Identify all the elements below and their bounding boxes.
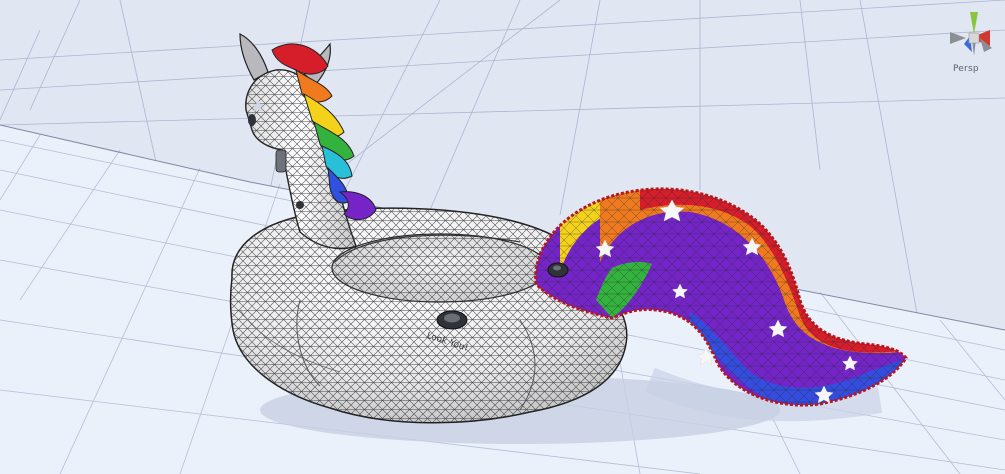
gizmo-center-cube[interactable] bbox=[968, 32, 980, 44]
scene-viewport[interactable]: Look You! Persp bbox=[0, 0, 1005, 474]
gizmo-y-axis-cone[interactable] bbox=[970, 12, 978, 34]
projection-label[interactable]: Persp bbox=[953, 64, 979, 74]
gizmo-neg-x-cone[interactable] bbox=[950, 32, 966, 44]
scene-render[interactable]: Look You! bbox=[0, 0, 1005, 474]
